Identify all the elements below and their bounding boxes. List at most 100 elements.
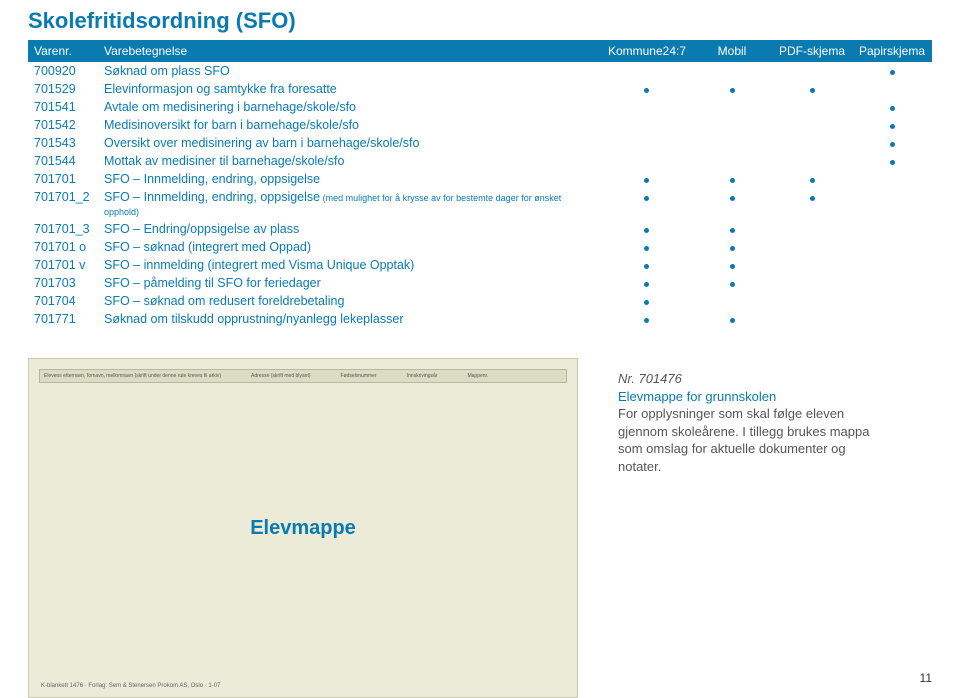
table-row: 701701_3SFO – Endring/oppsigelse av plas… [28, 220, 932, 238]
table-row: 701543Oversikt over medisinering av barn… [28, 134, 932, 152]
cell-dot [602, 152, 692, 170]
table-row: 701544Mottak av medisiner til barnehage/… [28, 152, 932, 170]
cell-dot [852, 220, 932, 238]
header-papir: Papirskjema [852, 40, 932, 62]
cell-dot [602, 238, 692, 256]
dot-icon [644, 228, 649, 233]
cell-dot [602, 116, 692, 134]
cell-dot [692, 274, 772, 292]
cell-dot [692, 134, 772, 152]
dot-icon [644, 196, 649, 201]
cell-varebetegnelse: SFO – Innmelding, endring, oppsigelse (m… [98, 188, 602, 220]
dot-icon [644, 282, 649, 287]
cell-dot [772, 256, 852, 274]
strip-r3-label: Mappenr. [467, 373, 488, 379]
cell-varebetegnelse: SFO – søknad om redusert foreldrebetalin… [98, 292, 602, 310]
cell-dot [852, 116, 932, 134]
cell-dot [772, 80, 852, 98]
dot-icon [730, 246, 735, 251]
cell-dot [772, 152, 852, 170]
product-body: For opplysninger som skal følge eleven g… [618, 405, 878, 475]
cell-dot [772, 274, 852, 292]
cell-dot [692, 256, 772, 274]
cell-varebetegnelse: SFO – søknad (integrert med Oppad) [98, 238, 602, 256]
dot-icon [644, 300, 649, 305]
cell-varenr: 701529 [28, 80, 98, 98]
cell-dot [852, 170, 932, 188]
cell-varenr: 701703 [28, 274, 98, 292]
header-pdf: PDF-skjema [772, 40, 852, 62]
cell-varenr: 701543 [28, 134, 98, 152]
cell-dot [602, 170, 692, 188]
table-row: 701701 oSFO – søknad (integrert med Oppa… [28, 238, 932, 256]
cell-varenr: 700920 [28, 62, 98, 80]
dot-icon [644, 178, 649, 183]
cell-dot [602, 134, 692, 152]
header-mobil: Mobil [692, 40, 772, 62]
dot-icon [730, 318, 735, 323]
dot-icon [810, 196, 815, 201]
strip-mid-label: Adresse (skrift med blyant) [251, 373, 310, 379]
cell-varebetegnelse: SFO – Endring/oppsigelse av plass [98, 220, 602, 238]
product-description: Nr. 701476 Elevmappe for grunnskolen For… [618, 358, 878, 475]
product-title: Elevmappe for grunnskolen [618, 388, 878, 406]
cell-dot [772, 170, 852, 188]
cell-dot [852, 134, 932, 152]
cell-dot [692, 238, 772, 256]
strip-r1-label: Fødselsnummer [341, 373, 377, 379]
dot-icon [730, 88, 735, 93]
cell-varenr: 701701_2 [28, 188, 98, 220]
cell-varebetegnelse: Søknad om tilskudd opprustning/nyanlegg … [98, 310, 602, 328]
cell-varenr: 701544 [28, 152, 98, 170]
dot-icon [644, 88, 649, 93]
product-table: Varenr. Varebetegnelse Kommune24:7 Mobil… [28, 40, 932, 328]
table-row: 701541Avtale om medisinering i barnehage… [28, 98, 932, 116]
dot-icon [890, 70, 895, 75]
cell-dot [692, 98, 772, 116]
header-kommune: Kommune24:7 [602, 40, 692, 62]
cell-dot [692, 116, 772, 134]
cell-varenr: 701701_3 [28, 220, 98, 238]
table-row: 701704SFO – søknad om redusert foreldreb… [28, 292, 932, 310]
cell-dot [602, 274, 692, 292]
cell-varenr: 701701 o [28, 238, 98, 256]
cell-varenr: 701541 [28, 98, 98, 116]
page-number: 11 [920, 671, 932, 685]
cell-varenr: 701701 [28, 170, 98, 188]
cell-varebetegnelse: SFO – innmelding (integrert med Visma Un… [98, 256, 602, 274]
dot-icon [810, 178, 815, 183]
dot-icon [890, 142, 895, 147]
cell-dot [772, 238, 852, 256]
cell-varenr: 701542 [28, 116, 98, 134]
cell-varenr: 701701 v [28, 256, 98, 274]
cell-varebetegnelse: Avtale om medisinering i barnehage/skole… [98, 98, 602, 116]
dot-icon [730, 282, 735, 287]
cell-dot [602, 310, 692, 328]
cell-dot [692, 310, 772, 328]
product-number: Nr. 701476 [618, 370, 878, 388]
dot-icon [810, 88, 815, 93]
table-row: 700920Søknad om plass SFO [28, 62, 932, 80]
cell-dot [852, 256, 932, 274]
cell-varebetegnelse: Oversikt over medisinering av barn i bar… [98, 134, 602, 152]
dot-icon [890, 160, 895, 165]
cell-dot [852, 188, 932, 220]
header-varenr: Varenr. [28, 40, 98, 62]
header-varebetegnelse: Varebetegnelse [98, 40, 602, 62]
table-row: 701701SFO – Innmelding, endring, oppsige… [28, 170, 932, 188]
cell-varebetegnelse: Mottak av medisiner til barnehage/skole/… [98, 152, 602, 170]
cell-dot [852, 310, 932, 328]
cell-dot [772, 116, 852, 134]
folder-center-label: Elevmappe [250, 517, 356, 540]
dot-icon [730, 228, 735, 233]
cell-dot [852, 98, 932, 116]
cell-varenr: 701704 [28, 292, 98, 310]
cell-dot [772, 310, 852, 328]
cell-dot [692, 152, 772, 170]
cell-dot [772, 98, 852, 116]
cell-varenr: 701771 [28, 310, 98, 328]
cell-varebetegnelse: Medisinoversikt for barn i barnehage/sko… [98, 116, 602, 134]
cell-dot [602, 256, 692, 274]
cell-dot [692, 170, 772, 188]
cell-dot [772, 62, 852, 80]
